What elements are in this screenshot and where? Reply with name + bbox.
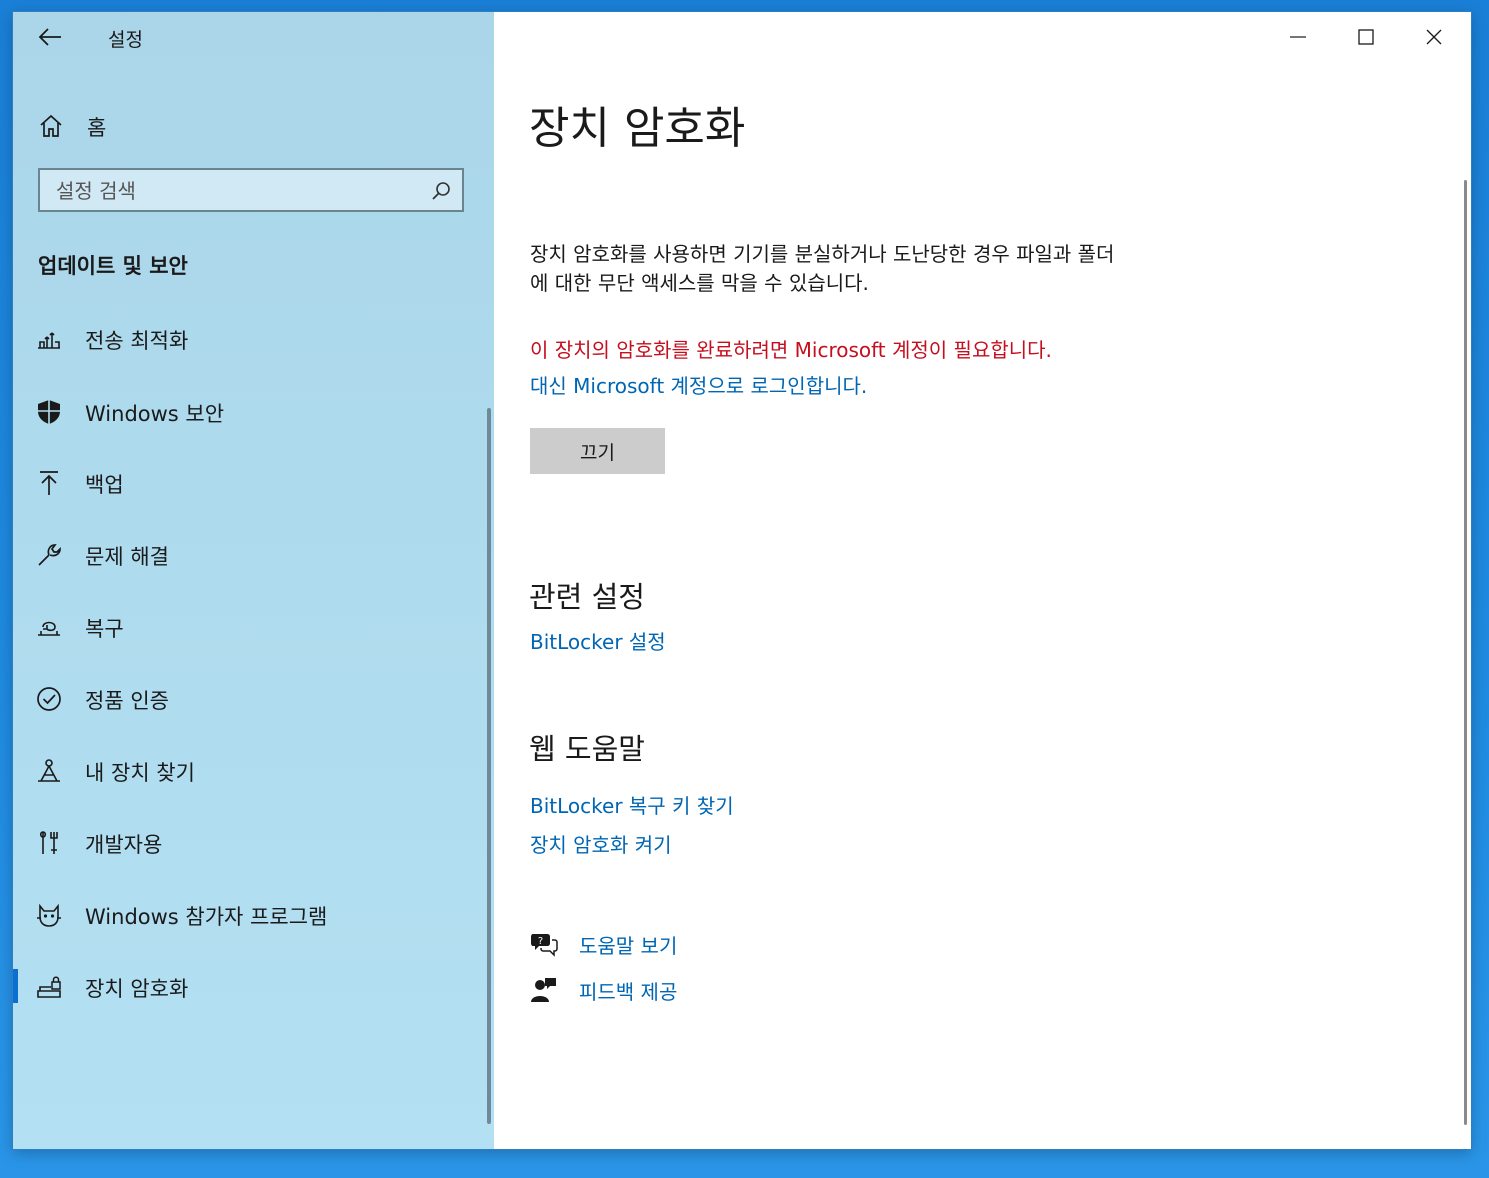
account-warning: 이 장치의 암호화를 완료하려면 Microsoft 계정이 필요합니다. <box>530 338 1052 362</box>
titlebar-left: 설정 <box>13 12 494 62</box>
close-icon <box>1426 29 1442 45</box>
sidebar-item-troubleshoot[interactable]: 문제 해결 <box>13 529 488 581</box>
app-title: 설정 <box>108 29 143 51</box>
find-device-icon <box>38 759 60 782</box>
wrench-icon <box>38 544 61 566</box>
web-help-link-bitlocker-recovery[interactable]: BitLocker 복구 키 찾기 <box>530 790 734 819</box>
sidebar-item-label: Windows 참가자 프로그램 <box>85 905 328 929</box>
back-arrow-icon <box>38 28 61 46</box>
svg-text:?: ? <box>538 936 543 947</box>
search-icon <box>432 182 450 200</box>
related-settings-heading: 관련 설정 <box>529 580 645 614</box>
feedback-icon <box>531 978 556 1002</box>
settings-window: 설정 홈 업데이트 및 보안 전송 최적화 <box>13 12 1471 1149</box>
web-help-link-turn-on-encryption[interactable]: 장치 암호화 켜기 <box>530 829 672 858</box>
sidebar-item-activation[interactable]: 정품 인증 <box>13 673 488 725</box>
main-content: 장치 암호화 장치 암호화를 사용하면 기기를 분실하거나 도난당한 경우 파일… <box>494 12 1471 1149</box>
back-button[interactable] <box>35 24 65 50</box>
home-icon <box>40 114 62 137</box>
sidebar-item-backup[interactable]: 백업 <box>13 457 488 509</box>
developer-icon <box>39 831 58 854</box>
sidebar-item-windows-security[interactable]: Windows 보안 <box>13 386 488 438</box>
page-title: 장치 암호화 <box>529 103 746 154</box>
search-input[interactable] <box>54 176 418 206</box>
sidebar-item-label: 백업 <box>85 473 124 497</box>
sidebar-item-insider-program[interactable]: Windows 참가자 프로그램 <box>13 889 488 941</box>
off-button[interactable]: 끄기 <box>530 428 665 474</box>
main-scrollbar[interactable] <box>1464 180 1467 1125</box>
maximize-button[interactable] <box>1343 18 1389 56</box>
get-help-label: 도움말 보기 <box>579 934 678 958</box>
sidebar-item-label: Windows 보안 <box>85 402 225 426</box>
shield-icon <box>38 400 60 424</box>
home-label: 홈 <box>87 116 107 140</box>
backup-arrow-icon <box>40 471 58 495</box>
maximize-icon <box>1358 29 1374 45</box>
recovery-icon <box>38 621 60 636</box>
web-help-heading: 웹 도움말 <box>529 732 645 766</box>
device-encryption-icon <box>37 976 61 998</box>
minimize-icon <box>1290 36 1306 38</box>
description-line-2: 에 대한 무단 액세스를 막을 수 있습니다. <box>530 271 869 295</box>
sidebar-item-label: 문제 해결 <box>85 545 169 569</box>
home-nav-item[interactable]: 홈 <box>13 104 494 148</box>
description-line-1: 장치 암호화를 사용하면 기기를 분실하거나 도난당한 경우 파일과 폴더 <box>530 242 1115 266</box>
get-help-link[interactable]: ? 도움말 보기 <box>530 926 830 962</box>
sidebar-item-label: 복구 <box>85 617 124 641</box>
sidebar-item-label: 정품 인증 <box>85 689 169 713</box>
signin-link[interactable]: 대신 Microsoft 계정으로 로그인합니다. <box>530 370 867 399</box>
sidebar-item-label: 개발자용 <box>85 833 163 857</box>
sidebar-item-label: 장치 암호화 <box>85 977 189 1001</box>
bitlocker-settings-link[interactable]: BitLocker 설정 <box>530 626 666 655</box>
search-box[interactable] <box>38 168 464 212</box>
sidebar-item-label: 내 장치 찾기 <box>85 761 195 785</box>
minimize-button[interactable] <box>1275 18 1321 56</box>
insider-icon <box>37 903 61 927</box>
sidebar-item-find-my-device[interactable]: 내 장치 찾기 <box>13 745 488 797</box>
description: 장치 암호화를 사용하면 기기를 분실하거나 도난당한 경우 파일과 폴더 에 … <box>530 240 1230 298</box>
sidebar-item-label: 전송 최적화 <box>85 329 189 353</box>
give-feedback-label: 피드백 제공 <box>579 980 678 1004</box>
delivery-optimization-icon <box>38 332 60 349</box>
help-chat-icon: ? <box>531 934 558 957</box>
section-title: 업데이트 및 보안 <box>38 254 188 278</box>
sidebar: 설정 홈 업데이트 및 보안 전송 최적화 <box>13 12 494 1149</box>
sidebar-item-recovery[interactable]: 복구 <box>13 601 488 653</box>
close-button[interactable] <box>1411 18 1457 56</box>
give-feedback-link[interactable]: 피드백 제공 <box>530 972 830 1008</box>
sidebar-scrollbar[interactable] <box>487 408 491 1124</box>
sidebar-item-delivery-optimization[interactable]: 전송 최적화 <box>13 313 488 365</box>
check-circle-icon <box>37 687 61 711</box>
sidebar-item-developers[interactable]: 개발자용 <box>13 817 488 869</box>
sidebar-item-device-encryption[interactable]: 장치 암호화 <box>13 961 488 1013</box>
